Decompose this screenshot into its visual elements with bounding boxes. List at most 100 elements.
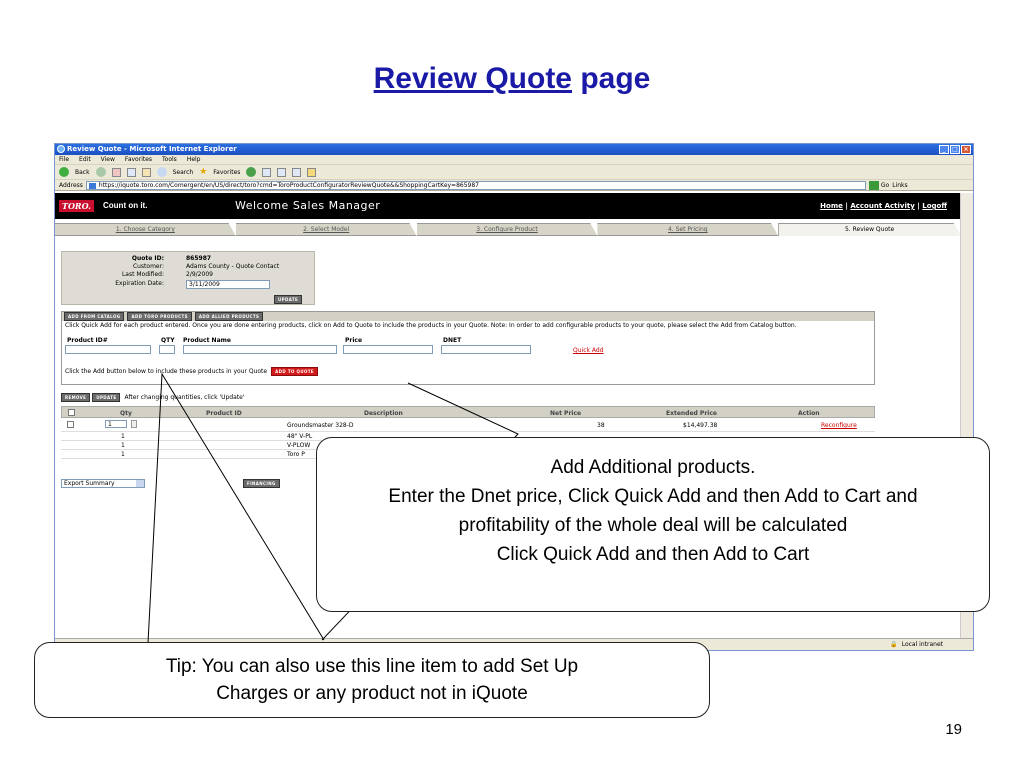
quote-update-button[interactable]: UPDATE [274,295,303,304]
maximize-icon[interactable]: □ [950,145,960,154]
cart-controls: REMOVE UPDATE After changing quantities,… [61,393,244,402]
reconfigure-link[interactable]: Reconfigure [821,422,857,429]
qty-spinner[interactable] [131,420,137,428]
col-extended-price: Extended Price [666,410,717,417]
row-checkbox[interactable] [67,421,74,428]
step-review-quote: 5. Review Quote [778,223,961,236]
slide-title-link[interactable]: Review Quote [374,62,572,95]
close-icon[interactable]: × [961,145,971,154]
step-configure-product[interactable]: 3. Configure Product [416,223,598,236]
menu-help[interactable]: Help [187,155,201,164]
customer-label: Customer: [132,263,164,270]
links-button[interactable]: Links [892,182,907,189]
select-all-checkbox[interactable] [68,409,75,416]
add-toro-products-button[interactable]: ADD TORO PRODUCTS [127,312,192,321]
search-icon[interactable] [156,167,167,177]
folder-icon[interactable] [307,167,317,177]
edit-icon[interactable] [292,167,302,177]
main-callout-line-4: Click Quick Add and then Add to Cart [496,544,810,565]
lock-icon: 🔒 [890,641,898,648]
stop-icon[interactable] [111,167,121,177]
refresh-icon[interactable] [126,167,136,177]
qty-input[interactable] [159,345,175,354]
price-input[interactable] [343,345,433,354]
history-icon[interactable] [246,167,257,177]
back-arrow-icon[interactable] [59,167,69,177]
step-set-pricing[interactable]: 4. Set Pricing [597,223,779,236]
row-description: Toro P [287,451,305,458]
header-links: Home | Account Activity | Logoff [820,202,947,210]
home-icon[interactable] [141,167,151,177]
go-button[interactable]: Go [868,180,890,190]
export-summary-value: Export Summary [64,480,115,487]
page-number: 19 [945,721,962,738]
back-button[interactable]: Back [75,169,90,176]
quick-add-fields: Product ID# QTY Product Name Price DNET … [65,337,874,357]
address-label: Address [59,181,83,189]
col-qty: Qty [120,410,132,417]
product-id-label: Product ID# [67,337,108,344]
slide-title-rest: page [580,62,651,95]
col-description: Description [364,410,403,417]
remove-button[interactable]: REMOVE [61,393,91,402]
quote-summary: Quote ID: 865987 Customer: Adams County … [61,251,315,305]
favorites-star-icon[interactable]: ★ [199,167,207,177]
row-qty-value: 1 [121,433,125,440]
go-label: Go [880,181,890,189]
quote-id-value: 865987 [186,255,212,262]
address-bar: Address https://iquote.toro.com/Comergen… [55,180,973,191]
financing-button[interactable]: FINANCING [243,479,280,488]
step-choose-category[interactable]: 1. Choose Category [55,223,236,236]
home-link[interactable]: Home [820,202,843,210]
row-qty-value: 1 [121,442,125,449]
status-zone: Local intranet [901,641,943,648]
catalog-button-bar: ADD FROM CATALOG ADD TORO PRODUCTS ADD A… [62,312,874,321]
quick-add-link[interactable]: Quick Add [573,347,604,354]
forward-arrow-icon[interactable] [95,167,106,177]
mail-icon[interactable] [262,167,272,177]
favorites-button[interactable]: Favorites [213,169,240,176]
tip-callout-line-2: Charges or any product not in iQuote [216,683,528,704]
address-input[interactable]: https://iquote.toro.com/Comergent/en/US/… [85,180,866,190]
col-net-price: Net Price [550,410,582,417]
menu-view[interactable]: View [101,155,115,164]
wizard-steps: 1. Choose Category 2. Select Model 3. Co… [55,223,961,236]
site-header: TORO. Count on it. Welcome Sales Manager… [55,193,961,219]
main-callout-line-2: Enter the Dnet price, Click Quick Add an… [388,486,918,507]
price-label: Price [345,337,363,344]
quote-id-label: Quote ID: [131,255,164,262]
toro-logo: TORO. [59,200,94,212]
minimize-icon[interactable]: _ [939,145,949,154]
export-row: Export Summary FINANCING [61,479,280,488]
main-callout-line-3: profitability of the whole deal will be … [458,515,848,536]
product-id-input[interactable] [65,345,151,354]
dnet-input[interactable] [441,345,531,354]
window-title: Review Quote - Microsoft Internet Explor… [67,145,237,153]
qty-label: QTY [161,337,175,344]
cart-update-button[interactable]: UPDATE [92,393,121,402]
last-modified-value: 2/9/2009 [186,271,213,278]
account-activity-link[interactable]: Account Activity [850,202,914,210]
menu-file[interactable]: File [59,155,69,164]
window-controls: _ □ × [939,145,971,154]
menu-tools[interactable]: Tools [162,155,177,164]
step-select-model[interactable]: 2. Select Model [235,223,417,236]
update-instruction: After changing quantities, click 'Update… [124,394,245,401]
add-to-quote-button[interactable]: ADD TO QUOTE [271,367,319,376]
add-instruction-text: Click the Add button below to include th… [65,368,268,375]
tip-callout: Tip: You can also use this line item to … [34,642,710,718]
print-icon[interactable] [277,167,287,177]
search-button[interactable]: Search [173,169,194,176]
logoff-link[interactable]: Logoff [922,202,947,210]
product-name-input[interactable] [183,345,337,354]
add-allied-products-button[interactable]: ADD ALLIED PRODUCTS [194,312,264,321]
col-action: Action [798,410,820,417]
quick-add-instructions: Click Quick Add for each product entered… [65,322,797,329]
add-from-catalog-button[interactable]: ADD FROM CATALOG [64,312,125,321]
tip-callout-line-1: Tip: You can also use this line item to … [165,656,579,677]
menu-edit[interactable]: Edit [79,155,91,164]
expiration-date-input[interactable]: 3/11/2009 [186,280,270,289]
menu-favorites[interactable]: Favorites [125,155,152,164]
quick-add-panel: ADD FROM CATALOG ADD TORO PRODUCTS ADD A… [61,311,875,385]
export-summary-select[interactable]: Export Summary [61,479,145,488]
